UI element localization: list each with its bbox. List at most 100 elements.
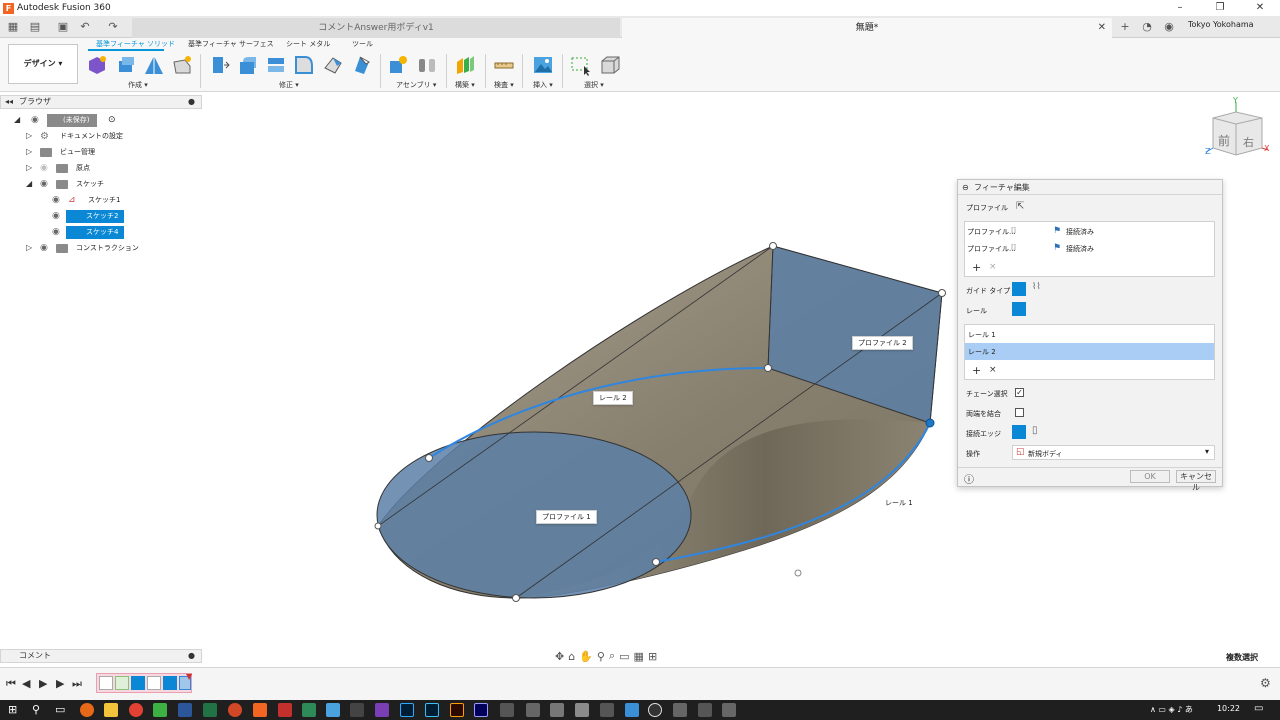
offset-plane-icon[interactable] (454, 54, 476, 76)
new-tab-icon[interactable]: + (1118, 20, 1132, 34)
look-at-icon[interactable]: ⌂ (568, 650, 575, 663)
visibility-eye-icon[interactable]: ◉ (31, 115, 42, 126)
viewcube-right-label[interactable]: 右 (1243, 134, 1254, 150)
windows-start-icon[interactable]: ⊞ (8, 703, 17, 716)
vertex-point[interactable] (425, 454, 433, 462)
shell-icon[interactable] (293, 54, 315, 76)
remove-rail-icon[interactable]: × (989, 365, 997, 375)
tangent-keep-icon[interactable]: ▯ (1032, 425, 1038, 436)
tab-solid[interactable]: 基準フィーチャ ソリッド (96, 39, 175, 49)
visibility-eye-icon[interactable]: ◉ (40, 179, 51, 190)
vertex-point[interactable] (512, 594, 520, 602)
tree-item-sketch1[interactable]: ◉ ⊿ スケッチ1 (52, 194, 192, 207)
app-icon[interactable] (326, 703, 340, 717)
tree-item-document-settings[interactable]: ▷ ⚙ ドキュメントの設定 (26, 130, 186, 143)
task-view-icon[interactable]: ▭ (55, 703, 65, 716)
chrome-icon[interactable] (129, 703, 143, 717)
jw-cad-icon[interactable] (350, 703, 364, 717)
visibility-eye-icon[interactable]: ◉ (40, 243, 51, 254)
construct-group-label[interactable]: 構築 ▾ (455, 80, 475, 90)
grid-settings-icon[interactable]: ▦ (634, 650, 644, 663)
new-component-icon[interactable] (86, 54, 108, 76)
acrobat-icon[interactable] (278, 703, 292, 717)
photoshop-icon[interactable] (400, 703, 414, 717)
origin-point[interactable] (794, 569, 802, 577)
minimize-icon[interactable]: – (1160, 0, 1200, 16)
zoom-icon[interactable]: ⚲ (597, 650, 605, 663)
profile-2-callout[interactable]: プロファイル 2 (852, 336, 913, 350)
insert-group-label[interactable]: 挿入 ▾ (533, 80, 553, 90)
step-forward-icon[interactable]: ▶ (56, 677, 64, 690)
timeline-plane-icon[interactable] (115, 676, 129, 690)
revolve-icon[interactable] (143, 54, 165, 76)
app-icon[interactable] (550, 703, 564, 717)
window-select-icon[interactable] (570, 54, 592, 76)
redo-icon[interactable]: ↷ (106, 20, 120, 34)
visibility-eye-icon[interactable]: ◉ (52, 227, 63, 238)
vertex-point[interactable] (764, 364, 772, 372)
taskbar-clock[interactable]: 10:22 (1217, 704, 1240, 713)
app-icon[interactable] (302, 703, 316, 717)
app-icon[interactable] (625, 703, 639, 717)
profile-row[interactable]: プロファイル... ⌷ ⚑ 接続済み (967, 226, 1212, 240)
profile-row[interactable]: プロファイル... ⌷ ⚑ 接続済み (967, 243, 1212, 257)
app-icon[interactable] (600, 703, 614, 717)
press-pull-icon[interactable] (209, 54, 231, 76)
timeline-settings-gear-icon[interactable]: ⚙ (1260, 676, 1271, 690)
system-tray-icons[interactable]: ∧ ▭ ◈ ♪ あ (1150, 704, 1193, 715)
inspect-group-label[interactable]: 検査 ▾ (494, 80, 514, 90)
chain-select-checkbox[interactable]: ✓ (1015, 388, 1024, 397)
expand-triangle-icon[interactable]: ▷ (26, 148, 34, 156)
tree-item-named-views[interactable]: ▷ ビュー管理 (26, 146, 186, 159)
timeline-marker-icon[interactable]: ▼ (186, 672, 192, 681)
vertex-point[interactable] (652, 558, 660, 566)
joint-icon[interactable] (416, 54, 438, 76)
app-icon[interactable] (526, 703, 540, 717)
activate-radio-icon[interactable]: ⊙ (108, 114, 116, 127)
comments-pin-icon[interactable]: ● (188, 650, 195, 662)
search-icon[interactable]: ⚲ (32, 703, 40, 716)
app-icon[interactable] (722, 703, 736, 717)
step-back-icon[interactable]: ◀ (22, 677, 30, 690)
tree-item-origin[interactable]: ▷ ◉ 原点 (26, 162, 186, 175)
modify-group-label[interactable]: 修正 ▾ (279, 80, 299, 90)
tree-item-sketches[interactable]: ◢ ◉ スケッチ (26, 178, 186, 191)
scale-icon[interactable] (351, 54, 373, 76)
notification-center-icon[interactable]: ▭ (1254, 703, 1263, 714)
dialog-title-bar[interactable]: ⊖ フィーチャ編集 (958, 180, 1222, 195)
line-icon[interactable] (153, 703, 167, 717)
tree-item-root[interactable]: ◢ ◉ (未保存) ⊙ (14, 114, 124, 127)
select-group-label[interactable]: 選択 ▾ (584, 80, 604, 90)
hidden-eye-icon[interactable]: ◉ (40, 163, 51, 174)
save-icon[interactable]: ▣ (56, 20, 70, 34)
assembly-group-label[interactable]: アセンブリ ▾ (396, 80, 436, 90)
tab-surface[interactable]: 基準フィーチャ サーフェス (188, 39, 274, 49)
rail-row[interactable]: レール 1 (965, 328, 1214, 342)
app-icon[interactable] (698, 703, 712, 717)
info-icon[interactable]: ⓘ (964, 471, 974, 486)
viewports-icon[interactable]: ⊞ (648, 650, 657, 663)
guide-rail-type-button[interactable] (1012, 282, 1026, 296)
workspace-switcher-button[interactable]: デザイン ▾ (8, 44, 78, 84)
app-icon[interactable] (648, 703, 662, 717)
dialog-collapse-icon[interactable]: ⊖ (962, 180, 969, 195)
rail-select-button[interactable] (1012, 302, 1026, 316)
play-icon[interactable]: ▶ (39, 677, 47, 690)
expand-triangle-icon[interactable]: ▷ (26, 132, 34, 140)
tab-tools[interactable]: ツール (352, 39, 373, 49)
vertex-point[interactable] (374, 522, 382, 530)
app-icon[interactable] (500, 703, 514, 717)
collapse-triangle-icon[interactable]: ◢ (26, 180, 34, 188)
remove-profile-icon[interactable]: × (989, 262, 997, 272)
firefox-icon[interactable] (80, 703, 94, 717)
comments-panel-header[interactable]: コメント ● (0, 649, 202, 663)
cancel-button[interactable]: キャンセル (1176, 470, 1216, 492)
excel-icon[interactable] (203, 703, 217, 717)
timeline-sketch-icon[interactable] (147, 676, 161, 690)
draft-icon[interactable] (322, 54, 344, 76)
data-panel-grid-icon[interactable]: ▦ (6, 20, 20, 34)
guide-centerline-type-icon[interactable]: ⌇⌇ (1032, 282, 1041, 292)
create-group-label[interactable]: 作成 ▾ (128, 80, 148, 90)
timeline-sketch-icon[interactable] (99, 676, 113, 690)
tree-item-sketch2[interactable]: ◉ スケッチ2 (52, 210, 192, 223)
